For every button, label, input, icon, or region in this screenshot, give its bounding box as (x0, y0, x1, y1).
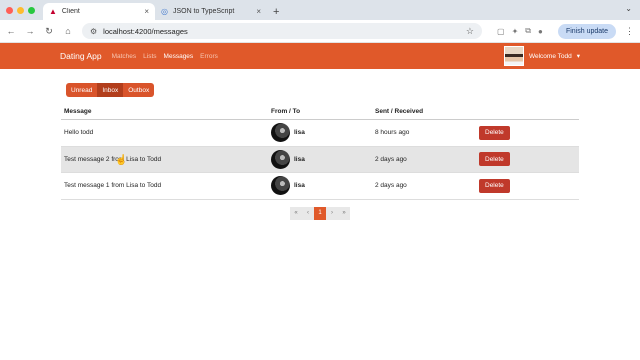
user-menu[interactable]: Welcome Todd ▾ (503, 46, 580, 66)
message-time: 8 hours ago (372, 119, 476, 147)
table-row[interactable]: Hello todd lisa 8 hours ago Delete (61, 119, 579, 147)
browser-tab-client[interactable]: ▲ Client × (43, 3, 155, 20)
column-header-from-to: From / To (268, 104, 372, 120)
extensions-puzzle-icon[interactable]: ⧉ (525, 26, 531, 36)
next-page-button[interactable]: › (326, 206, 338, 220)
last-page-button[interactable]: » (338, 206, 350, 220)
minimize-window-button[interactable] (17, 6, 24, 14)
address-bar[interactable]: ⚙ localhost:4200/messages ☆ (82, 23, 482, 39)
maximize-window-button[interactable] (28, 6, 35, 14)
app-navbar: Dating App Matches Lists Messages Errors… (0, 43, 640, 69)
nav-messages[interactable]: Messages (164, 53, 194, 60)
column-header-message: Message (61, 104, 268, 120)
back-icon[interactable]: ← (6, 26, 16, 36)
avatar (271, 123, 290, 143)
sender-name: lisa (294, 129, 305, 137)
table-row[interactable]: Test message 2 from Lisa to Todd lisa 2 … (61, 146, 579, 173)
page-1-button[interactable]: 1 (314, 206, 326, 220)
reload-icon[interactable]: ↻ (44, 26, 54, 37)
profile-icon[interactable]: ● (538, 27, 543, 36)
delete-button[interactable]: Delete (479, 125, 510, 140)
column-header-sent: Sent / Received (372, 104, 476, 120)
close-window-button[interactable] (6, 6, 13, 14)
hand-pointer-icon: ☝ (115, 155, 128, 166)
window-controls (6, 0, 35, 20)
first-page-button[interactable]: « (290, 206, 302, 220)
pagination: « ‹ 1 › » (61, 206, 579, 220)
message-time: 2 days ago (372, 146, 476, 173)
prev-page-button[interactable]: ‹ (302, 206, 314, 220)
tab-list-dropdown-icon[interactable]: ⌄ (625, 4, 632, 13)
chevron-down-icon: ▾ (576, 53, 580, 60)
globe-icon: ◎ (161, 7, 168, 16)
column-header-actions (476, 104, 579, 120)
brand-logo[interactable]: Dating App (60, 51, 102, 61)
delete-button[interactable]: Delete (479, 178, 510, 193)
nav-errors[interactable]: Errors (200, 53, 218, 60)
message-content: Test message 2 from Lisa to Todd (61, 146, 268, 173)
message-time: 2 days ago (372, 172, 476, 200)
nav-lists[interactable]: Lists (143, 53, 156, 60)
site-info-icon[interactable]: ⚙ (90, 27, 97, 36)
close-tab-icon[interactable]: × (144, 7, 149, 16)
close-tab-icon[interactable]: × (256, 7, 261, 16)
finish-update-button[interactable]: Finish update (557, 23, 616, 39)
messages-page: Unread Inbox Outbox Message From / To Se… (0, 69, 580, 220)
forward-icon[interactable]: → (25, 26, 35, 36)
sender-cell: lisa (271, 123, 369, 143)
message-content: Hello todd (61, 119, 268, 147)
browser-toolbar: ← → ↻ ⌂ ⚙ localhost:4200/messages ☆ ▢ ✦ … (0, 20, 640, 43)
avatar (271, 149, 290, 169)
extension-icon[interactable]: ✦ (512, 27, 519, 36)
nav-matches[interactable]: Matches (112, 53, 137, 60)
sender-name: lisa (294, 155, 305, 163)
sender-name: lisa (294, 182, 305, 190)
angular-icon: ▲ (49, 7, 57, 16)
avatar (271, 176, 290, 196)
table-header-row: Message From / To Sent / Received (61, 104, 579, 120)
browser-tab-json[interactable]: ◎ JSON to TypeScript × (155, 3, 267, 20)
message-filter-group: Unread Inbox Outbox (66, 83, 155, 97)
filter-outbox-button[interactable]: Outbox (123, 83, 155, 97)
bookmark-star-icon[interactable]: ☆ (466, 26, 474, 37)
extension-icon[interactable]: ▢ (497, 27, 505, 36)
browser-menu-icon[interactable]: ⋮ (625, 26, 634, 37)
messages-table: Message From / To Sent / Received Hello … (61, 104, 579, 200)
avatar (503, 46, 524, 66)
new-tab-button[interactable]: + (267, 3, 285, 20)
filter-inbox-button[interactable]: Inbox (97, 83, 124, 97)
filter-unread-button[interactable]: Unread (66, 83, 98, 97)
tab-title: Client (61, 8, 80, 15)
message-content: Test message 1 from Lisa to Todd (61, 172, 268, 200)
extensions-area: ▢ ✦ ⧉ ● (497, 26, 543, 36)
home-icon[interactable]: ⌂ (63, 26, 73, 36)
table-row[interactable]: Test message 1 from Lisa to Todd lisa 2 … (61, 172, 579, 200)
url-text: localhost:4200/messages (103, 26, 188, 36)
browser-tab-bar: ▲ Client × ◎ JSON to TypeScript × + ⌄ (0, 0, 640, 20)
delete-button[interactable]: Delete (479, 152, 510, 167)
sender-cell: lisa (271, 176, 369, 196)
tab-title: JSON to TypeScript (172, 8, 235, 15)
sender-cell: lisa (271, 149, 369, 169)
welcome-text: Welcome Todd (528, 52, 572, 60)
